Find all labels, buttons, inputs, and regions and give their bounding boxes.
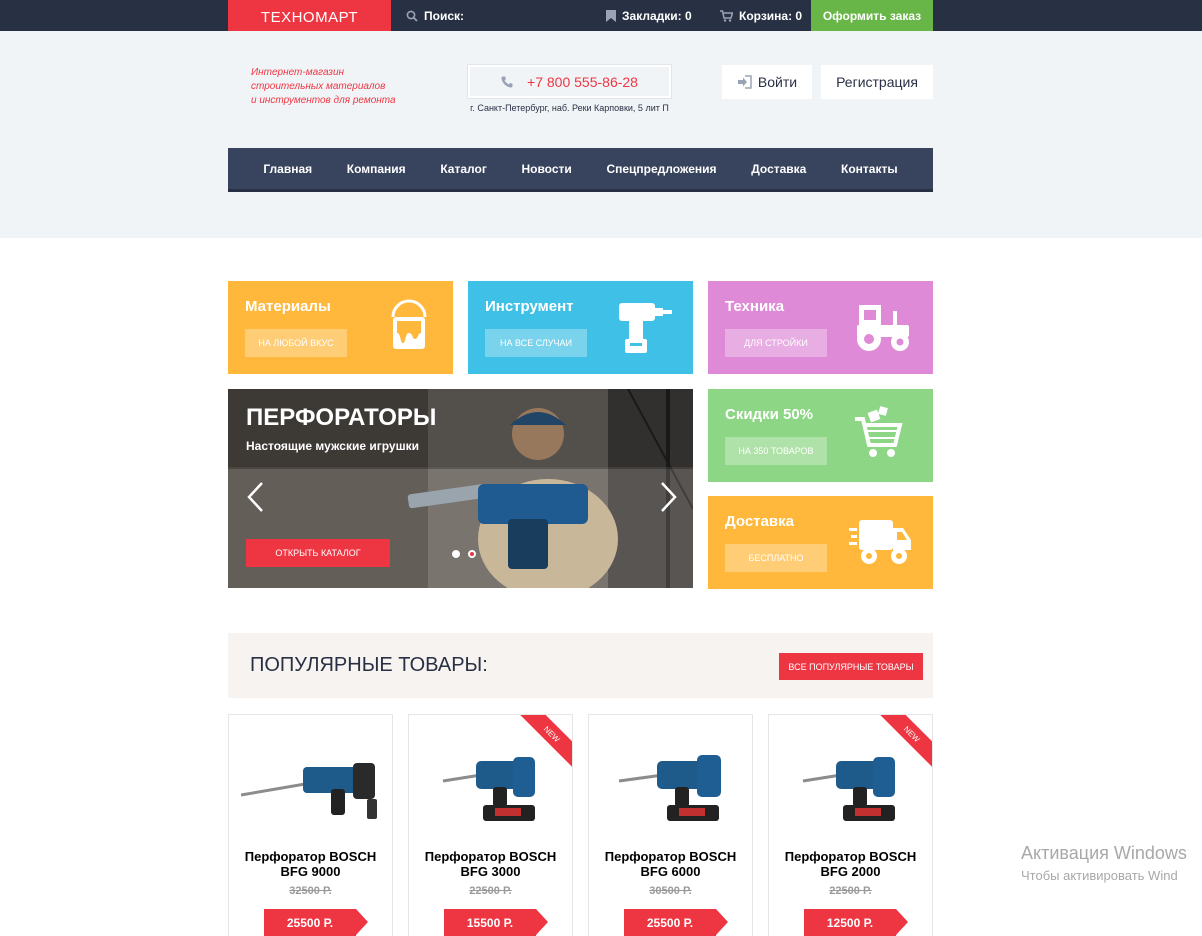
bookmarks-link[interactable]: Закладки: 0	[606, 0, 692, 31]
tile-button[interactable]: ДЛЯ СТРОЙКИ	[725, 329, 827, 357]
slider-title: ПЕРФОРАТОРЫ	[246, 404, 437, 431]
slider-prev-arrow-icon[interactable]	[246, 481, 264, 513]
product-name-line: BFG 3000	[460, 864, 521, 879]
cart-link[interactable]: Корзина: 0	[720, 0, 802, 31]
phone-box[interactable]: +7 800 555-86-28	[468, 65, 671, 98]
nav-item-catalog[interactable]: Каталог	[440, 162, 487, 176]
bookmarks-label: Закладки: 0	[622, 8, 692, 23]
product-card[interactable]: NEW Перфоратор BOSCH BFG 2000 22500 Р. 1…	[768, 714, 933, 936]
popular-title: ПОПУЛЯРНЫЕ ТОВАРЫ:	[250, 654, 488, 676]
slider-dot[interactable]	[452, 550, 460, 558]
tagline-line: Интернет-магазин	[251, 67, 345, 78]
product-name-line: Перфоратор BOSCH	[424, 849, 557, 864]
slider-dots	[452, 550, 476, 558]
product-card[interactable]: Перфоратор BOSCH BFG 6000 30500 Р. 25500…	[588, 714, 753, 936]
nav-item-home[interactable]: Главная	[263, 162, 312, 176]
product-name: Перфоратор BOSCH BFG 9000	[229, 849, 392, 879]
login-icon	[737, 75, 752, 89]
search-label: Поиск:	[424, 8, 465, 23]
all-popular-button[interactable]: ВСЕ ПОПУЛЯРНЫЕ ТОВАРЫ	[779, 653, 923, 680]
nav-item-offers[interactable]: Спецпредложения	[606, 162, 716, 176]
header-area	[0, 31, 1202, 238]
tile-delivery[interactable]: Доставка БЕСПЛАТНО	[708, 496, 933, 589]
shopping-cart-icon	[855, 406, 903, 457]
product-name-line: BFG 2000	[820, 864, 881, 879]
nav-item-delivery[interactable]: Доставка	[751, 162, 806, 176]
tagline-line: и инструментов для ремонта	[251, 95, 396, 106]
tile-machinery[interactable]: Техника ДЛЯ СТРОЙКИ	[708, 281, 933, 374]
drill-icon	[619, 303, 672, 353]
tile-title: Инструмент	[485, 298, 574, 315]
product-old-price: 22500 Р.	[829, 885, 872, 897]
tile-button[interactable]: НА ВСЕ СЛУЧАИ	[485, 329, 587, 357]
product-price-button[interactable]: 15500 Р.	[444, 909, 548, 936]
cart-label: Корзина: 0	[739, 8, 803, 23]
tractor-icon	[857, 305, 909, 351]
top-bar	[0, 0, 1202, 31]
address: г. Санкт-Петербург, наб. Реки Карповки, …	[470, 103, 669, 113]
register-button[interactable]: Регистрация	[821, 65, 933, 99]
open-catalog-button[interactable]: ОТКРЫТЬ КАТАЛОГ	[246, 539, 390, 567]
product-card[interactable]: Перфоратор BOSCH BFG 9000 32500 Р. 25500…	[228, 714, 393, 936]
product-name: Перфоратор BOSCH BFG 2000	[769, 849, 932, 879]
product-old-price: 32500 Р.	[289, 885, 332, 897]
product-name-line: Перфоратор BOSCH	[784, 849, 917, 864]
slider-dot-active[interactable]	[468, 550, 476, 558]
paint-bucket-icon	[391, 299, 427, 349]
watermark-text: Чтобы активировать Wind	[1021, 868, 1178, 883]
cart-icon	[720, 9, 733, 22]
slider-subtitle: Настоящие мужские игрушки	[246, 439, 419, 453]
login-label: Войти	[757, 74, 798, 90]
tile-button[interactable]: НА ЛЮБОЙ ВКУС	[245, 329, 347, 357]
tile-materials[interactable]: Материалы НА ЛЮБОЙ ВКУС	[228, 281, 453, 374]
nav-item-company[interactable]: Компания	[347, 162, 406, 176]
watermark-title: Активация Windows	[1021, 843, 1187, 863]
tile-title: Доставка	[725, 513, 794, 530]
tile-button[interactable]: НА 350 ТОВАРОВ	[725, 437, 827, 465]
tile-button[interactable]: БЕСПЛАТНО	[725, 544, 827, 572]
nav-item-contacts[interactable]: Контакты	[841, 162, 898, 176]
product-name: Перфоратор BOSCH BFG 3000	[409, 849, 572, 879]
order-button[interactable]: Оформить заказ	[811, 0, 933, 31]
logo[interactable]: ТЕХНОМАРТ	[228, 0, 391, 34]
product-price-button[interactable]: 25500 Р.	[264, 909, 368, 936]
nav-item-news[interactable]: Новости	[521, 162, 571, 176]
product-name: Перфоратор BOSCH BFG 6000	[589, 849, 752, 879]
product-card[interactable]: NEW Перфоратор BOSCH BFG 3000 22500 Р. 1…	[408, 714, 573, 936]
tagline-line: строительных материалов	[251, 81, 386, 92]
product-name-line: BFG 9000	[280, 864, 341, 879]
delivery-truck-icon	[849, 520, 911, 564]
product-name-line: BFG 6000	[640, 864, 701, 879]
product-name-line: Перфоратор BOSCH	[604, 849, 737, 864]
login-button[interactable]: Войти	[722, 65, 812, 99]
promo-slider: ПЕРФОРАТОРЫ Настоящие мужские игрушки ОТ…	[228, 389, 693, 588]
product-price-button[interactable]: 12500 Р.	[804, 909, 908, 936]
search-link[interactable]: Поиск:	[406, 0, 464, 31]
main-nav: Главная Компания Каталог Новости Спецпре…	[228, 148, 933, 192]
product-old-price: 22500 Р.	[469, 885, 512, 897]
tile-title: Скидки 50%	[725, 406, 814, 423]
product-old-price: 30500 Р.	[649, 885, 692, 897]
phone-icon	[501, 76, 513, 88]
popular-header: ПОПУЛЯРНЫЕ ТОВАРЫ: ВСЕ ПОПУЛЯРНЫЕ ТОВАРЫ	[228, 633, 933, 698]
windows-activation-watermark: Активация Windows Чтобы активировать Win…	[1021, 843, 1187, 883]
product-image	[618, 755, 721, 821]
tile-title: Материалы	[245, 298, 331, 315]
search-icon	[406, 10, 418, 22]
tile-discounts[interactable]: Скидки 50% НА 350 ТОВАРОВ	[708, 389, 933, 482]
slider-next-arrow-icon[interactable]	[660, 481, 678, 513]
tile-title: Техника	[725, 298, 785, 315]
phone-number: +7 800 555-86-28	[527, 73, 638, 90]
bookmark-icon	[606, 9, 616, 22]
tagline: Интернет-магазин строительных материалов…	[251, 66, 421, 108]
tile-tools[interactable]: Инструмент НА ВСЕ СЛУЧАИ	[468, 281, 693, 374]
product-name-line: Перфоратор BOSCH	[244, 849, 377, 864]
product-image	[802, 757, 895, 821]
product-image	[241, 763, 377, 819]
product-image	[442, 757, 535, 821]
product-price-button[interactable]: 25500 Р.	[624, 909, 728, 936]
